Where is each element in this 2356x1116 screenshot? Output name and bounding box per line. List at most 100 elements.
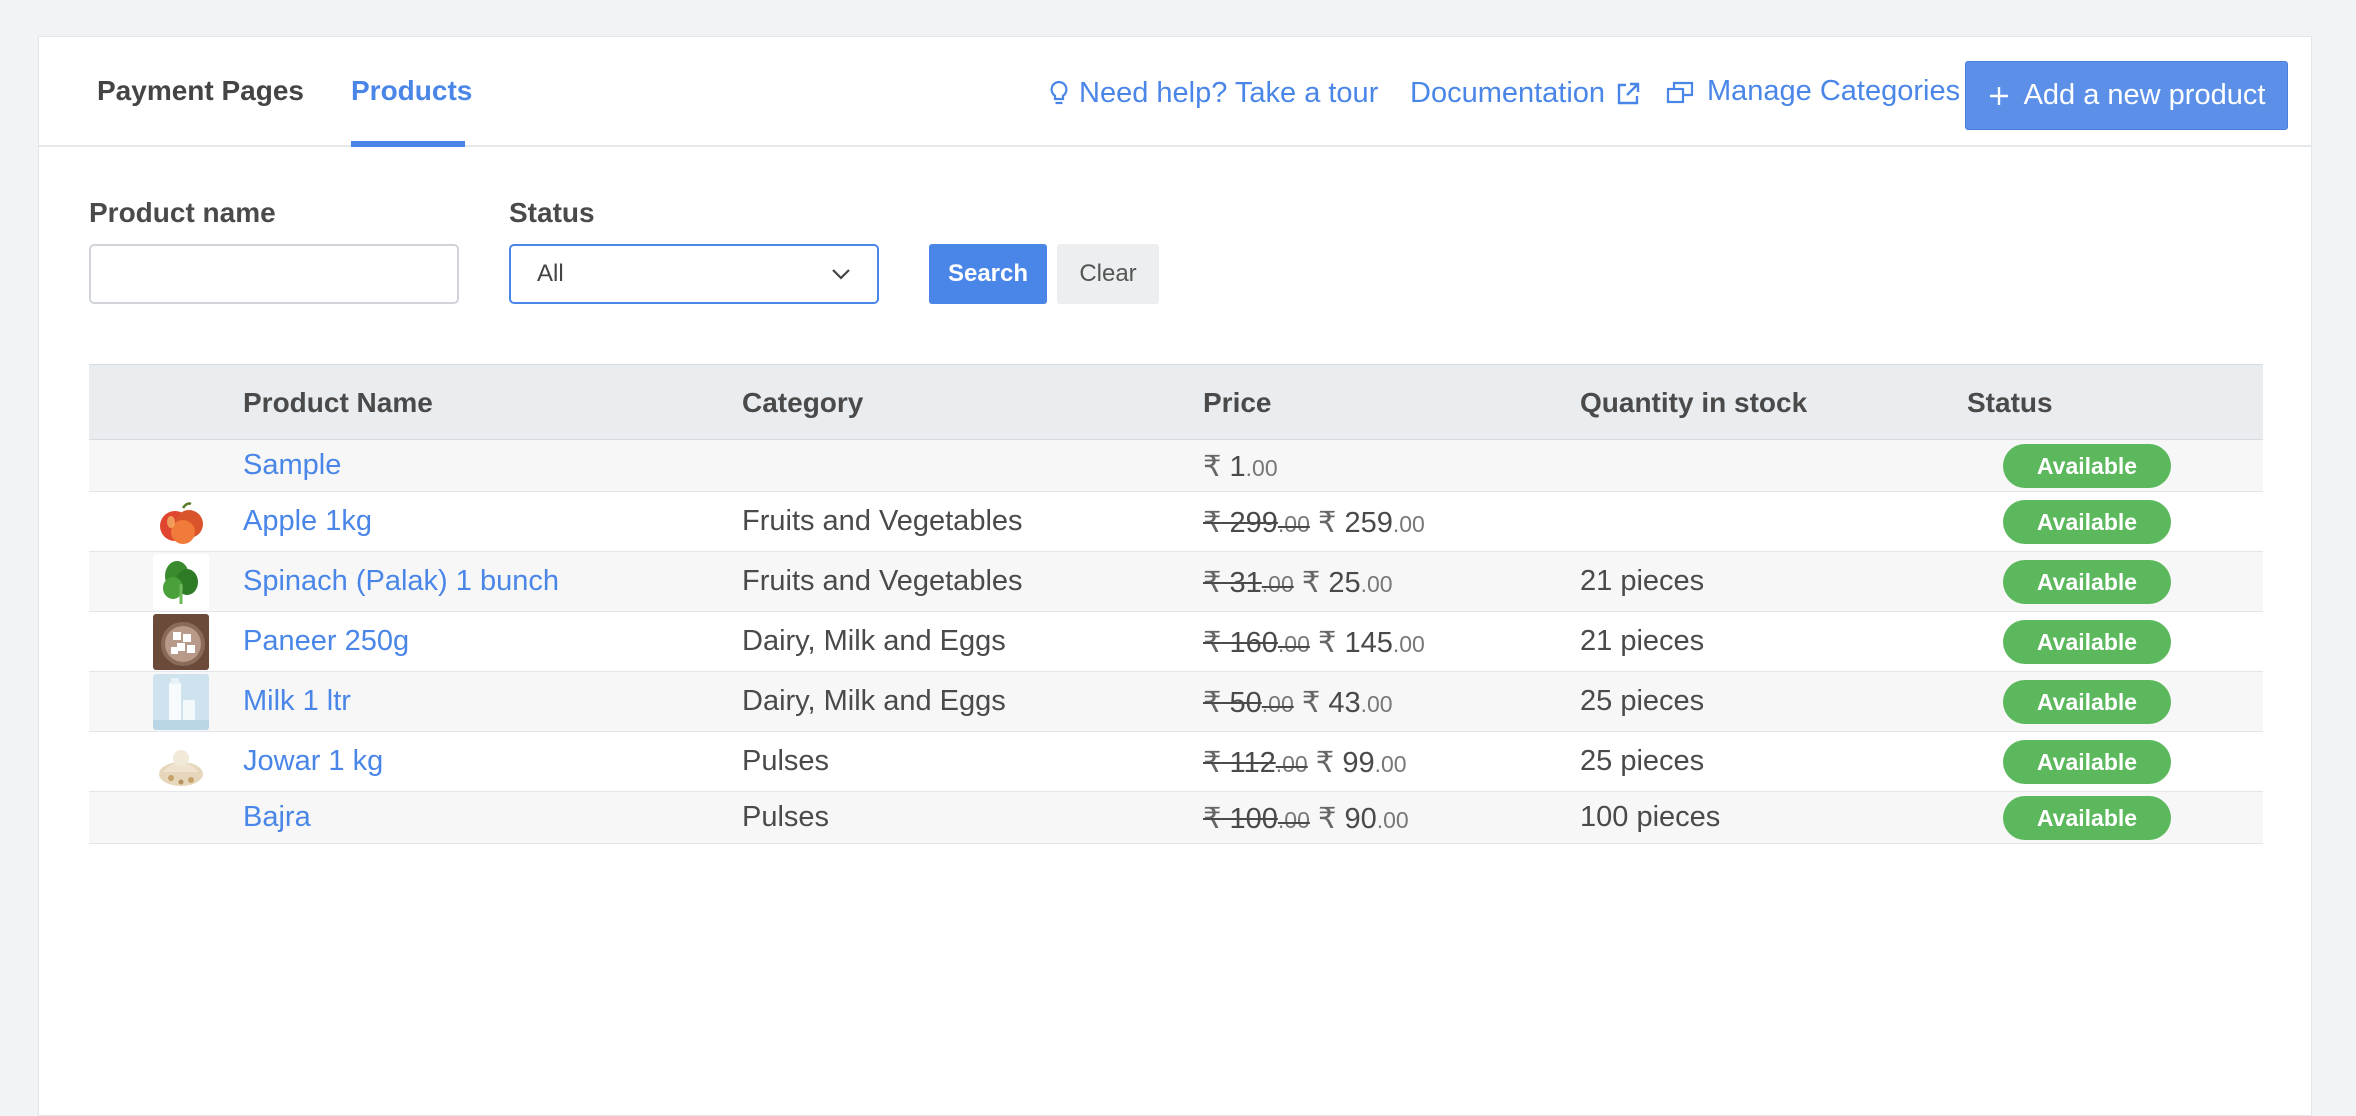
documentation-link[interactable]: Documentation [1410,77,1641,110]
currency-symbol: ₹ [1317,803,1337,835]
sale-price-int: 25 [1328,567,1361,599]
tab-payment-pages[interactable]: Payment Pages [97,75,304,107]
currency-symbol: ₹ [1315,747,1335,779]
sale-price-int: 90 [1344,803,1377,835]
product-category: Dairy, Milk and Eggs [742,685,1006,717]
original-price: ₹ 299.00 [1203,507,1310,539]
original-price-int: 31 [1229,567,1262,599]
documentation-label: Documentation [1410,77,1606,109]
product-price: ₹ 299.00 ₹ 259.00 [1203,505,1425,540]
currency-symbol: ₹ [1203,687,1222,719]
original-price-dec: .00 [1277,807,1310,833]
original-price-int: 50 [1229,687,1262,719]
status-badge: Available [2003,796,2171,840]
original-price-dec: .00 [1275,751,1308,777]
original-price-dec: .00 [1261,691,1294,717]
manage-categories-label: Manage Categories [1707,75,1961,107]
sale-price-int: 43 [1328,687,1361,719]
original-price-dec: .00 [1277,511,1310,537]
product-quantity: 25 pieces [1580,745,1705,777]
product-name-link[interactable]: Paneer 250g [243,625,409,658]
sale-price-dec: .00 [1245,455,1278,481]
table-row: Milk 1 ltr Dairy, Milk and Eggs ₹ 50.00 ₹ … [89,672,2263,732]
add-product-label: Add a new product [2023,79,2266,111]
tab-products[interactable]: Products [351,75,472,107]
original-price-int: 299 [1229,507,1278,539]
col-header-product-name[interactable]: Product Name [243,387,433,419]
col-header-quantity[interactable]: Quantity in stock [1580,387,1807,419]
status-select[interactable]: All [509,244,879,304]
product-name-link[interactable]: Sample [243,449,341,482]
table-row: Paneer 250g Dairy, Milk and Eggs ₹ 160.00 … [89,612,2263,672]
sale-price-int: 259 [1344,507,1393,539]
product-quantity: 25 pieces [1580,685,1705,717]
active-tab-indicator [351,141,465,147]
original-price-int: 100 [1229,803,1278,835]
product-category: Pulses [742,801,830,833]
product-price: ₹ 112.00 ₹ 99.00 [1203,745,1407,780]
sale-price-dec: .00 [1360,691,1393,717]
add-product-button[interactable]: Add a new product [1965,61,2288,130]
table-row: Bajra Pulses ₹ 100.00 ₹ 90.00 100 pieces Ava… [89,792,2263,844]
product-price: ₹ 31.00 ₹ 25.00 [1203,565,1393,600]
sale-price-dec: .00 [1374,751,1407,777]
product-name-link[interactable]: Jowar 1 kg [243,745,383,778]
col-header-price[interactable]: Price [1203,387,1272,419]
sale-price-dec: .00 [1360,571,1393,597]
sale-price-dec: .00 [1392,631,1425,657]
product-category: Fruits and Vegetables [742,505,1023,537]
external-link-icon [1617,82,1640,104]
table-row: Apple 1kg Fruits and Vegetables ₹ 299.00 ₹… [89,492,2263,552]
product-quantity: 21 pieces [1580,625,1705,657]
status-badge: Available [2003,444,2171,488]
search-button[interactable]: Search [929,244,1047,304]
currency-symbol: ₹ [1301,567,1321,599]
currency-symbol: ₹ [1301,687,1321,719]
original-price-int: 160 [1229,627,1278,659]
currency-symbol: ₹ [1203,627,1222,659]
currency-symbol: ₹ [1317,627,1337,659]
status-label: Status [509,197,595,228]
original-price-dec: .00 [1277,631,1310,657]
top-nav: Payment Pages Products Need help? Take a… [39,37,2311,147]
original-price: ₹ 160.00 [1203,627,1310,659]
product-price: ₹ 1.00 [1203,449,1278,484]
products-card: Payment Pages Products Need help? Take a… [38,36,2312,1116]
product-price: ₹ 160.00 ₹ 145.00 [1203,625,1425,660]
product-thumbnail [153,614,209,670]
product-name-input[interactable] [89,244,459,304]
clear-button[interactable]: Clear [1057,244,1159,304]
table-row: Jowar 1 kg Pulses ₹ 112.00 ₹ 99.00 25 piece… [89,732,2263,792]
sale-price-dec: .00 [1376,807,1409,833]
status-badge: Available [2003,680,2171,724]
product-quantity: 21 pieces [1580,565,1705,597]
status-badge: Available [2003,620,2171,664]
currency-symbol: ₹ [1203,451,1222,483]
take-tour-label: Need help? Take a tour [1079,77,1379,109]
col-header-status[interactable]: Status [1967,387,2053,419]
status-badge: Available [2003,560,2171,604]
lightbulb-icon [1050,80,1068,104]
product-name-link[interactable]: Apple 1kg [243,505,372,538]
product-thumbnail [153,734,209,790]
original-price: ₹ 31.00 [1203,567,1294,599]
manage-categories-link[interactable]: Manage Categories [1665,75,1960,108]
col-header-category[interactable]: Category [742,387,863,419]
sale-price-int: 99 [1342,747,1375,779]
take-tour-link[interactable]: Need help? Take a tour [1049,77,1378,110]
product-thumbnail [153,494,209,550]
original-price: ₹ 50.00 [1203,687,1294,719]
sale-price-int: 1 [1229,451,1246,483]
product-name-link[interactable]: Spinach (Palak) 1 bunch [243,565,559,598]
sale-price-dec: .00 [1392,511,1425,537]
status-select-value: All [537,260,564,287]
product-name-link[interactable]: Bajra [243,801,311,834]
table-body: Sample ₹ 1.00 Available Apple 1kg Fruits and… [89,440,2263,844]
status-badge: Available [2003,500,2171,544]
categories-icon [1666,81,1694,103]
original-price: ₹ 100.00 [1203,803,1310,835]
status-badge: Available [2003,740,2171,784]
product-name-label: Product name [89,197,276,228]
product-name-link[interactable]: Milk 1 ltr [243,685,351,718]
currency-symbol: ₹ [1203,567,1222,599]
